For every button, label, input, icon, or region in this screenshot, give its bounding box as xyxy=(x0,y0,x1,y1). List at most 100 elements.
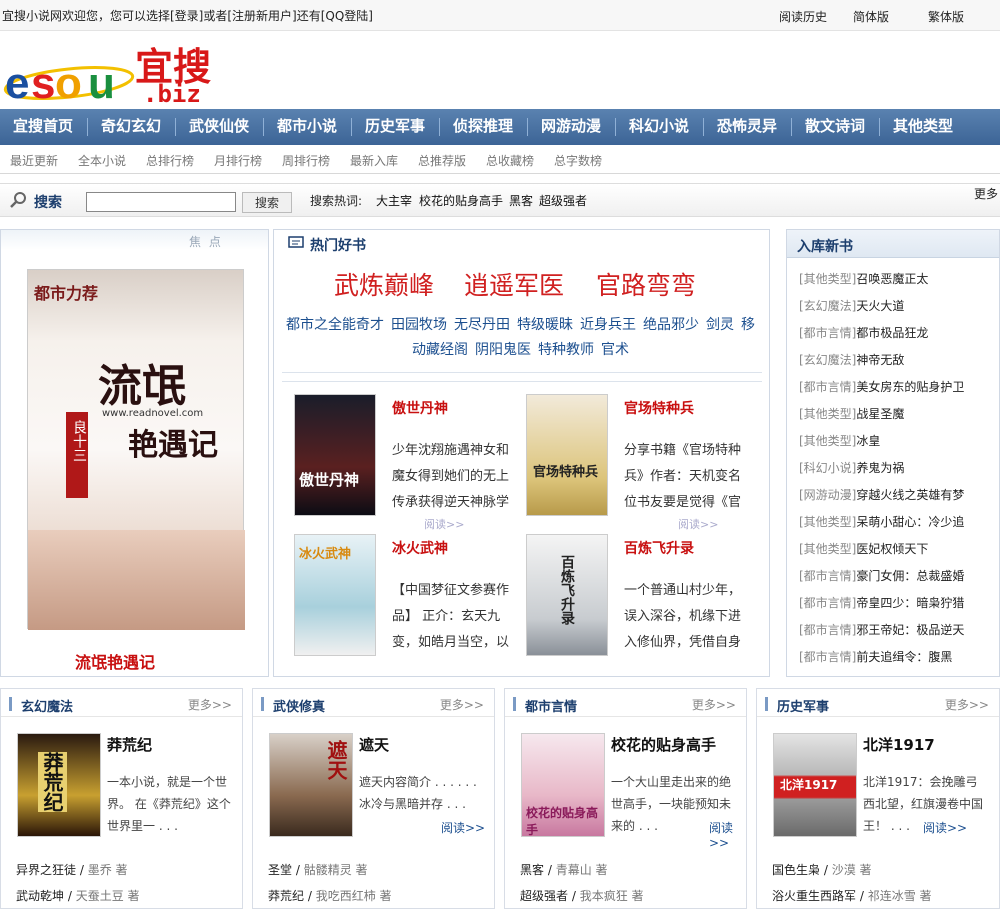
simplified-chinese-link[interactable]: 简体版 xyxy=(853,8,889,25)
hot-keyword[interactable]: 校花的贴身高手 xyxy=(419,192,503,209)
hot-book-title[interactable]: 百炼飞升录 xyxy=(624,538,694,558)
new-book-item[interactable]: [都市言情]豪门女佣：总裁盛婚 xyxy=(799,567,964,584)
new-book-item[interactable]: [科幻小说]养鬼为祸 xyxy=(799,459,904,476)
subnav-complete[interactable]: 全本小说 xyxy=(78,152,126,169)
list-item[interactable]: 圣堂 / 骷髅精灵 著 xyxy=(268,861,368,878)
category-more-link[interactable]: 更多>> xyxy=(945,696,989,713)
list-item[interactable]: 国色生枭 / 沙漠 著 xyxy=(772,861,872,878)
book-cover[interactable]: 官场特种兵 xyxy=(526,394,608,516)
new-book-title[interactable]: 帝皇四少：暗枭狞猎 xyxy=(856,596,964,610)
hot-link[interactable]: 都市之全能奇才 xyxy=(286,314,384,334)
new-book-item[interactable]: [其他类型]战星圣魔 xyxy=(799,405,904,422)
new-book-item[interactable]: [都市言情]邪王帝妃：极品逆天 xyxy=(799,621,964,638)
nav-item-scifi[interactable]: 科幻小说 xyxy=(629,109,689,145)
read-link[interactable]: 阅读>> xyxy=(923,819,967,836)
subnav-new-stock[interactable]: 最新入库 xyxy=(350,152,398,169)
hot-link[interactable]: 移 xyxy=(741,314,755,334)
read-link[interactable]: 阅读>> xyxy=(441,819,485,836)
hot-link[interactable]: 剑灵 xyxy=(706,314,734,334)
new-book-item[interactable]: [其他类型]呆萌小甜心：冷少追 xyxy=(799,513,964,530)
hot-link[interactable]: 特种教师 xyxy=(538,339,594,359)
hot-more-link[interactable]: 更多 xyxy=(974,185,998,202)
hot-link[interactable]: 绝品邪少 xyxy=(643,314,699,334)
nav-item-urban[interactable]: 都市小说 xyxy=(277,109,337,145)
hot-book-title[interactable]: 傲世丹神 xyxy=(392,398,448,418)
subnav-recent[interactable]: 最近更新 xyxy=(10,152,58,169)
new-book-item[interactable]: [都市言情]前夫追缉令：腹黑 xyxy=(799,648,952,665)
category-name[interactable]: 玄幻魔法 xyxy=(21,696,73,715)
hot-big-title[interactable]: 武炼巅峰 xyxy=(334,266,434,302)
traditional-chinese-link[interactable]: 繁体版 xyxy=(928,8,964,25)
read-link[interactable]: 阅读>> xyxy=(424,516,464,532)
new-book-item[interactable]: [都市言情]都市极品狂龙 xyxy=(799,324,928,341)
new-book-title[interactable]: 前夫追缉令：腹黑 xyxy=(856,650,952,664)
hot-book-title[interactable]: 官场特种兵 xyxy=(624,398,694,418)
book-cover[interactable]: 傲世丹神 xyxy=(294,394,376,516)
welcome-text[interactable]: 宜搜小说网欢迎您，您可以选择[登录]或者[注册新用户]还有[QQ登陆] xyxy=(2,7,373,24)
new-book-item[interactable]: [其他类型]冰皇 xyxy=(799,432,880,449)
new-book-title[interactable]: 冰皇 xyxy=(856,434,880,448)
hot-big-title[interactable]: 官路弯弯 xyxy=(596,266,696,302)
subnav-month-rank[interactable]: 月排行榜 xyxy=(214,152,262,169)
search-input[interactable] xyxy=(86,192,236,212)
feature-title[interactable]: 流氓艳遇记 xyxy=(75,649,155,673)
new-book-item[interactable]: [其他类型]医妃权倾天下 xyxy=(799,540,928,557)
list-item[interactable]: 武动乾坤 / 天蚕土豆 著 xyxy=(16,887,140,904)
category-book-title[interactable]: 遮天 xyxy=(359,734,389,755)
hot-book-title[interactable]: 冰火武神 xyxy=(392,538,448,558)
hot-keyword[interactable]: 超级强者 xyxy=(539,192,587,209)
nav-item-wuxia[interactable]: 武侠仙侠 xyxy=(189,109,249,145)
category-name[interactable]: 历史军事 xyxy=(777,696,829,715)
hot-link[interactable]: 特级暖昧 xyxy=(517,314,573,334)
nav-item-home[interactable]: 宜搜首页 xyxy=(13,109,73,145)
search-button[interactable]: 搜索 xyxy=(242,192,292,213)
new-book-title[interactable]: 医妃权倾天下 xyxy=(856,542,928,556)
list-item[interactable]: 异界之狂徒 / 墨乔 著 xyxy=(16,861,128,878)
nav-item-detective[interactable]: 侦探推理 xyxy=(453,109,513,145)
nav-item-horror[interactable]: 恐怖灵异 xyxy=(717,109,777,145)
read-link[interactable]: 阅读>> xyxy=(709,819,746,850)
list-item[interactable]: 黑客 / 青幕山 著 xyxy=(520,861,608,878)
category-book-title[interactable]: 校花的贴身高手 xyxy=(611,734,716,755)
hot-link[interactable]: 阴阳鬼医 xyxy=(475,339,531,359)
nav-item-fantasy[interactable]: 奇幻玄幻 xyxy=(101,109,161,145)
new-book-title[interactable]: 邪王帝妃：极品逆天 xyxy=(856,623,964,637)
new-book-item[interactable]: [网游动漫]穿越火线之英雄有梦 xyxy=(799,486,964,503)
hot-link[interactable]: 田园牧场 xyxy=(391,314,447,334)
new-book-title[interactable]: 呆萌小甜心：冷少追 xyxy=(856,515,964,529)
category-cover[interactable]: 北洋1917 xyxy=(773,733,857,837)
category-more-link[interactable]: 更多>> xyxy=(188,696,232,713)
nav-item-game[interactable]: 网游动漫 xyxy=(541,109,601,145)
nav-item-other[interactable]: 其他类型 xyxy=(893,109,953,145)
new-book-title[interactable]: 养鬼为祸 xyxy=(856,461,904,475)
category-cover[interactable]: 莽荒纪 xyxy=(17,733,101,837)
category-name[interactable]: 都市言情 xyxy=(525,696,577,715)
hot-link[interactable]: 动藏经阁 xyxy=(412,339,468,359)
hot-link[interactable]: 官术 xyxy=(601,339,629,359)
new-book-item[interactable]: [玄幻魔法]神帝无敌 xyxy=(799,351,904,368)
new-book-item[interactable]: [都市言情]帝皇四少：暗枭狞猎 xyxy=(799,594,964,611)
new-book-title[interactable]: 召唤恶魔正太 xyxy=(856,272,928,286)
new-book-title[interactable]: 战星圣魔 xyxy=(856,407,904,421)
new-book-title[interactable]: 豪门女佣：总裁盛婚 xyxy=(856,569,964,583)
list-item[interactable]: 浴火重生西路军 / 祁连冰雪 著 xyxy=(772,887,932,904)
read-link[interactable]: 阅读>> xyxy=(678,516,718,532)
category-more-link[interactable]: 更多>> xyxy=(440,696,484,713)
subnav-week-rank[interactable]: 周排行榜 xyxy=(282,152,330,169)
category-more-link[interactable]: 更多>> xyxy=(692,696,736,713)
hot-link[interactable]: 近身兵王 xyxy=(580,314,636,334)
new-book-title[interactable]: 神帝无敌 xyxy=(856,353,904,367)
new-book-item[interactable]: [都市言情]美女房东的贴身护卫 xyxy=(799,378,964,395)
category-name[interactable]: 武侠修真 xyxy=(273,696,325,715)
new-book-title[interactable]: 都市极品狂龙 xyxy=(856,326,928,340)
reading-history-link[interactable]: 阅读历史 xyxy=(779,8,827,25)
new-book-title[interactable]: 穿越火线之英雄有梦 xyxy=(856,488,964,502)
hot-keyword[interactable]: 大主宰 xyxy=(376,192,412,209)
hot-big-title[interactable]: 逍遥军医 xyxy=(464,266,564,302)
new-book-item[interactable]: [其他类型]召唤恶魔正太 xyxy=(799,270,928,287)
subnav-total-rank[interactable]: 总排行榜 xyxy=(146,152,194,169)
new-book-title[interactable]: 美女房东的贴身护卫 xyxy=(856,380,964,394)
site-logo[interactable]: e s o u 宜搜 .biz xyxy=(3,38,213,108)
feature-cover-image[interactable]: 都市力荐 流氓 艳遇记 www.readnovel.com 良十三 xyxy=(27,269,245,630)
subnav-recommend[interactable]: 总推荐版 xyxy=(418,152,466,169)
